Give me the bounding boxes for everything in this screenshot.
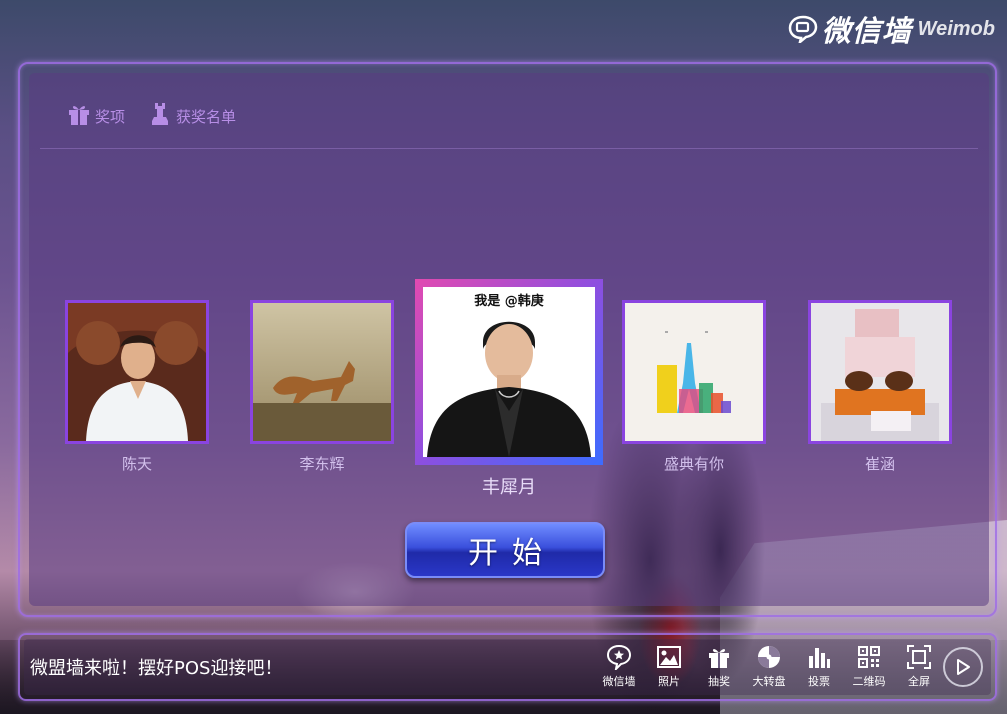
wheel-icon bbox=[758, 646, 780, 668]
brand-logo: 微信墙 Weimob bbox=[788, 8, 995, 50]
play-button[interactable] bbox=[943, 647, 983, 687]
candidate-card[interactable]: 崔涵 bbox=[808, 300, 952, 473]
candidate-photo bbox=[808, 300, 952, 444]
toolbar-wechat-wall[interactable]: 微信墙 bbox=[594, 644, 644, 689]
tab-prizes[interactable]: 奖项 bbox=[66, 101, 125, 127]
candidate-name: 丰犀月 bbox=[482, 477, 536, 498]
chat-star-icon bbox=[606, 644, 632, 670]
toolbar-photos[interactable]: 照片 bbox=[644, 644, 694, 689]
picture-icon bbox=[657, 646, 681, 668]
toolbar-wheel[interactable]: 大转盘 bbox=[744, 644, 794, 689]
toolbar-fullscreen[interactable]: 全屏 bbox=[894, 644, 944, 689]
toolbar-label: 全屏 bbox=[908, 675, 930, 688]
toolbar-lottery[interactable]: 抽奖 bbox=[694, 644, 744, 689]
fox-image bbox=[253, 303, 391, 441]
tab-prizes-label: 奖项 bbox=[95, 108, 126, 126]
candidate-name: 陈天 bbox=[121, 455, 152, 473]
candidate-name: 李东辉 bbox=[299, 455, 345, 473]
toolbar-qr-code[interactable]: 二维码 bbox=[844, 644, 894, 689]
gift-icon bbox=[69, 106, 89, 125]
tab-winners-label: 获奖名单 bbox=[176, 108, 237, 126]
featured-candidate-card[interactable]: 我是 @韩庚 丰犀月 bbox=[415, 279, 603, 498]
candidate-name: 盛典有你 bbox=[663, 455, 724, 473]
toolbar-vote[interactable]: 投票 bbox=[794, 644, 844, 689]
tab-winners[interactable]: 获奖名单 bbox=[147, 101, 236, 127]
candidate-card[interactable]: 李东辉 bbox=[250, 300, 394, 473]
qr-code-icon bbox=[858, 646, 880, 668]
brand-name-cn: 微信墙 bbox=[821, 14, 912, 48]
tab-divider bbox=[40, 148, 978, 149]
start-button[interactable]: 开始 bbox=[405, 522, 605, 578]
toolbar-label: 微信墙 bbox=[602, 675, 636, 688]
gift-icon bbox=[709, 649, 729, 668]
gift-boxes-image bbox=[811, 303, 949, 441]
weixin-logo-icon bbox=[788, 15, 817, 43]
portrait-image: 我是 @韩庚 bbox=[423, 287, 595, 457]
marquee-message: 微盟墙来啦！摆好POS迎接吧！ bbox=[30, 658, 283, 679]
photo-caption: 我是 @韩庚 bbox=[474, 293, 544, 309]
tab-bar: 奖项 获奖名单 bbox=[66, 101, 236, 127]
candidate-card[interactable]: 盛典有你 bbox=[622, 300, 766, 473]
toolbar-label: 大转盘 bbox=[752, 675, 786, 688]
candidate-name: 崔涵 bbox=[864, 455, 895, 473]
candidate-photo: 我是 @韩庚 bbox=[415, 279, 603, 465]
toolbar-label: 投票 bbox=[808, 675, 830, 688]
chess-rook-icon bbox=[152, 103, 169, 125]
paris-illustration-image bbox=[625, 303, 763, 441]
candidate-photo bbox=[622, 300, 766, 444]
toolbar-label: 二维码 bbox=[852, 675, 886, 688]
candidate-photo bbox=[65, 300, 209, 444]
toolbar-label: 抽奖 bbox=[708, 675, 730, 688]
toolbar-label: 照片 bbox=[658, 675, 680, 688]
fullscreen-icon bbox=[907, 645, 931, 669]
portrait-image bbox=[68, 303, 206, 441]
candidate-photo bbox=[250, 300, 394, 444]
brand-name-en: Weimob bbox=[917, 17, 995, 40]
candidate-card[interactable]: 陈天 bbox=[65, 300, 209, 473]
play-icon bbox=[957, 659, 970, 675]
bar-chart-icon bbox=[809, 648, 830, 668]
bottom-toolbar: 微信墙 照片 抽奖 大转盘 投票 二维码 全屏 bbox=[594, 644, 944, 689]
